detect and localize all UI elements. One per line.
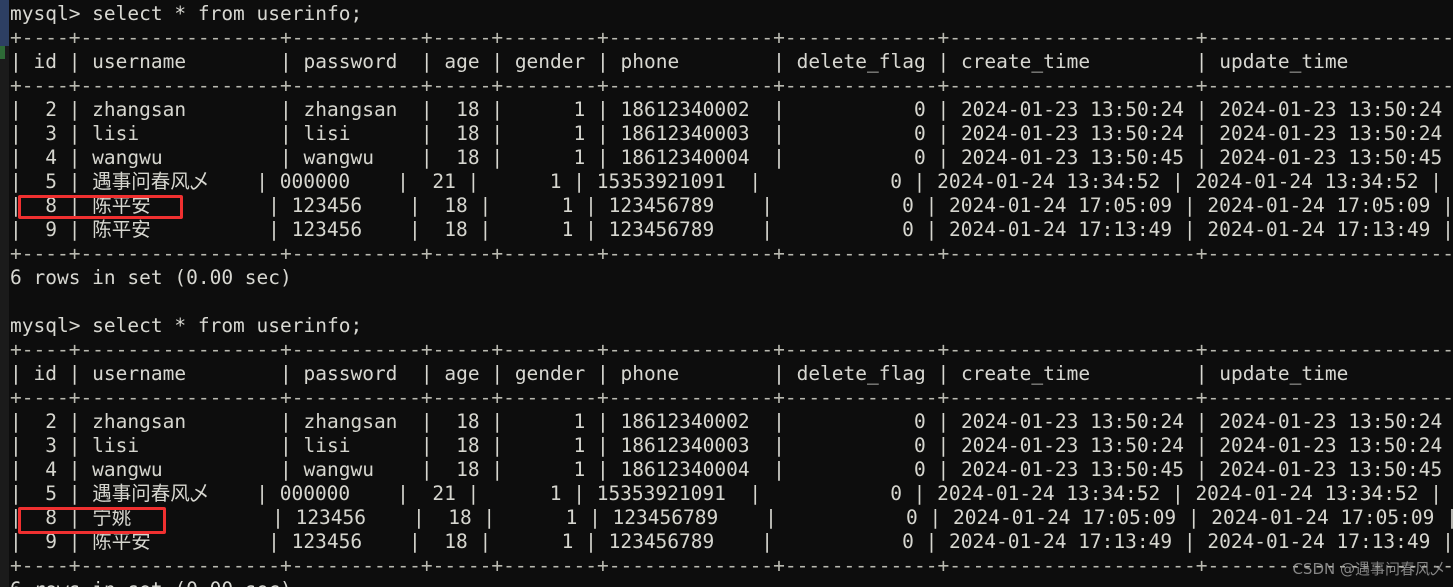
- csdn-watermark: CSDN @遇事问春风乄: [1292, 560, 1445, 578]
- table-row: | 5 | 遇事问春风乄 | 000000 | 21 | 1 | 1535392…: [10, 482, 1442, 505]
- status-line: 6 rows in set (0.00 sec): [10, 266, 292, 289]
- table-row: | 4 | wangwu | wangwu | 18 | 1 | 1861234…: [10, 458, 1453, 481]
- table-row: | 2 | zhangsan | zhangsan | 18 | 1 | 186…: [10, 410, 1453, 433]
- table-border: +----+-----------------+-----------+----…: [10, 554, 1453, 577]
- table-row: | 3 | lisi | lisi | 18 | 1 | 18612340003…: [10, 122, 1453, 145]
- table-row: | 9 | 陈平安 | 123456 | 18 | 1 | 123456789 …: [10, 218, 1453, 241]
- table-row: | 4 | wangwu | wangwu | 18 | 1 | 1861234…: [10, 146, 1453, 169]
- table-border: +----+-----------------+-----------+----…: [10, 338, 1453, 361]
- table-header-row: | id | username | password | age | gende…: [10, 362, 1453, 385]
- table-row: | 8 | 宁姚 | 123456 | 18 | 1 | 123456789 |…: [10, 506, 1453, 529]
- table-border: +----+-----------------+-----------+----…: [10, 242, 1453, 265]
- command-line: mysql> select * from userinfo;: [10, 314, 363, 337]
- table-row: | 3 | lisi | lisi | 18 | 1 | 18612340003…: [10, 434, 1453, 457]
- status-line: 6 rows in set (0.00 sec): [10, 578, 1453, 587]
- scrollbar-thumb[interactable]: [0, 0, 9, 46]
- table-border: +----+-----------------+-----------+----…: [10, 26, 1453, 49]
- command-line: mysql> select * from userinfo;: [10, 2, 363, 25]
- table-row: | 2 | zhangsan | zhangsan | 18 | 1 | 186…: [10, 98, 1453, 121]
- scrollbar-marker: [0, 46, 5, 59]
- table-row: | 9 | 陈平安 | 123456 | 18 | 1 | 123456789 …: [10, 530, 1453, 553]
- terminal-scrollbar[interactable]: [0, 0, 9, 587]
- mysql-terminal[interactable]: mysql> select * from userinfo; +----+----…: [0, 0, 1453, 587]
- table-row: | 5 | 遇事问春风乄 | 000000 | 21 | 1 | 1535392…: [10, 170, 1442, 193]
- table-header-row: | id | username | password | age | gende…: [10, 50, 1453, 73]
- table-row: [10, 290, 1453, 314]
- table-border: +----+-----------------+-----------+----…: [10, 74, 1453, 97]
- table-row: | 8 | 陈平安 | 123456 | 18 | 1 | 123456789 …: [10, 194, 1453, 217]
- table-border: +----+-----------------+-----------+----…: [10, 386, 1453, 409]
